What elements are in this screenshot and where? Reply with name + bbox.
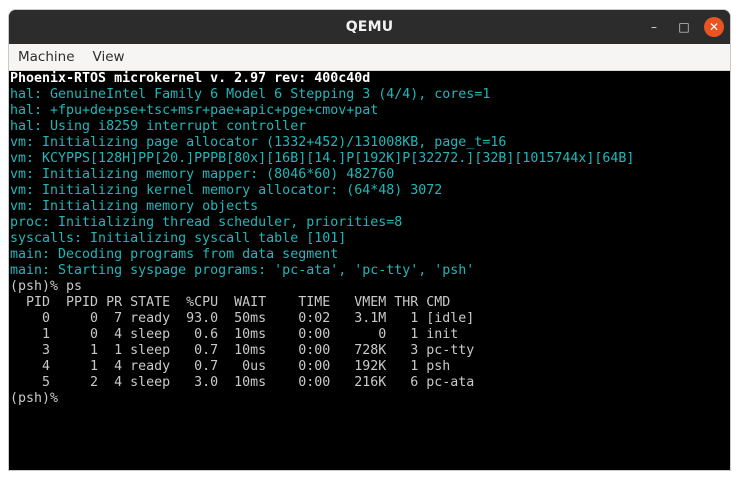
terminal-line: proc: Initializing thread scheduler, pri… (10, 215, 403, 230)
terminal-line: vm: Initializing page allocator (1332+45… (10, 135, 507, 150)
terminal-line: syscalls: Initializing syscall table [10… (10, 231, 347, 246)
terminal-line: vm: KCYPPS[128H]PP[20.]PPPB[80x][16B][14… (10, 151, 635, 166)
terminal-line: 0 0 7 ready 93.0 50ms 0:02 3.1M 1 [idle] (10, 311, 475, 326)
close-button[interactable]: ✕ (704, 17, 724, 37)
terminal-line: hal: GenuineIntel Family 6 Model 6 Stepp… (10, 87, 491, 102)
terminal-line: Phoenix-RTOS microkernel v. 2.97 rev: 40… (10, 71, 371, 86)
terminal-line: hal: Using i8259 interrupt controller (10, 119, 307, 134)
terminal-line: hal: +fpu+de+pse+tsc+msr+pae+apic+pge+cm… (10, 103, 379, 118)
terminal-line: vm: Initializing memory objects (10, 199, 259, 214)
terminal-line: 3 1 1 sleep 0.7 10ms 0:00 728K 3 pc-tty (10, 343, 475, 358)
terminal-line: main: Decoding programs from data segmen… (10, 247, 339, 262)
title-bar[interactable]: QEMU – □ ✕ (9, 10, 730, 44)
terminal-line: (psh)% ps (10, 279, 83, 294)
maximize-button[interactable]: □ (674, 17, 694, 37)
terminal-screen[interactable]: Phoenix-RTOS microkernel v. 2.97 rev: 40… (9, 71, 730, 470)
terminal-line: vm: Initializing memory mapper: (8046*60… (10, 167, 395, 182)
menu-bar: Machine View (9, 44, 730, 71)
terminal-line: 5 2 4 sleep 3.0 10ms 0:00 216K 6 pc-ata (10, 375, 475, 390)
terminal-line: (psh)% (10, 391, 59, 406)
menu-view[interactable]: View (84, 49, 134, 65)
terminal-line: 1 0 4 sleep 0.6 10ms 0:00 0 1 init (10, 327, 459, 342)
terminal-line: main: Starting syspage programs: 'pc-ata… (10, 263, 475, 278)
terminal-line: vm: Initializing kernel memory allocator… (10, 183, 443, 198)
qemu-window: QEMU – □ ✕ Machine View Phoenix-RTOS mic… (9, 10, 730, 470)
window-controls: – □ ✕ (644, 10, 724, 44)
terminal-line: PID PPID PR STATE %CPU WAIT TIME VMEM TH… (10, 295, 451, 310)
menu-machine[interactable]: Machine (9, 49, 84, 65)
terminal-line: 4 1 4 ready 0.7 0us 0:00 192K 1 psh (10, 359, 451, 374)
minimize-button[interactable]: – (644, 17, 664, 37)
window-title: QEMU (345, 19, 394, 35)
